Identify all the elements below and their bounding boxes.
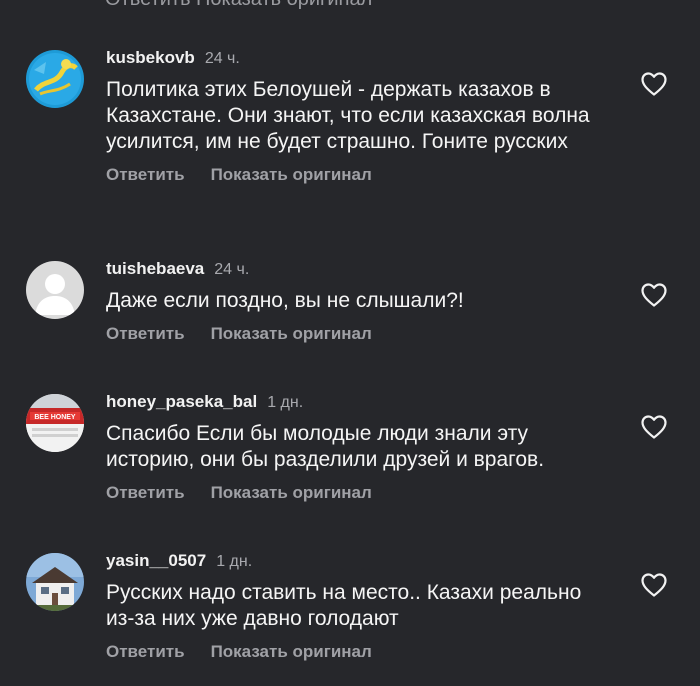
comment-text: Спасибо Если бы молодые люди знали эту и… xyxy=(106,422,545,471)
show-original-button[interactable]: Показать оригинал xyxy=(211,324,372,343)
heart-outline-icon[interactable] xyxy=(640,71,668,97)
username[interactable]: honey_paseka_bal xyxy=(106,392,257,411)
comment-actions: Ответить Показать оригинал xyxy=(106,640,606,664)
comment-actions: Ответить Показать оригинал xyxy=(106,481,606,505)
user-avatar[interactable] xyxy=(26,553,84,611)
comment-time: 1 дн. xyxy=(267,394,304,411)
comment-item: yasin__0507 1 дн. Русских надо ставить на… xyxy=(0,550,700,680)
comment-actions: Ответить Показать оригинал xyxy=(106,163,606,187)
comment-item: tuishebaeva 24 ч. Даже если поздно, вы не… xyxy=(0,258,700,358)
heart-outline-icon[interactable] xyxy=(640,572,668,598)
user-avatar[interactable] xyxy=(26,50,84,108)
user-avatar[interactable]: BEE HONEY xyxy=(26,394,84,452)
comment-text: Даже если поздно, вы не слышали?! xyxy=(106,289,464,312)
comment-item: kusbekovb 24 ч. Политика этих Белоушей - … xyxy=(0,47,700,227)
user-avatar[interactable] xyxy=(26,261,84,319)
reply-button[interactable]: Ответить xyxy=(106,483,185,502)
comment-body: honey_paseka_bal 1 дн. Спасибо Если бы мо… xyxy=(106,391,606,505)
comment-text: Русских надо ставить на место.. Казахи р… xyxy=(106,581,582,630)
reply-button[interactable]: Ответить xyxy=(106,165,185,184)
show-original-button[interactable]: Показать оригинал xyxy=(211,483,372,502)
heart-outline-icon[interactable] xyxy=(640,414,668,440)
comment-meta: tuishebaeva 24 ч. xyxy=(106,258,606,280)
comment-time: 24 ч. xyxy=(214,261,250,278)
comment-meta: honey_paseka_bal 1 дн. xyxy=(106,391,606,413)
comment-body: kusbekovb 24 ч. Политика этих Белоушей - … xyxy=(106,47,606,187)
username[interactable]: kusbekovb xyxy=(106,48,195,67)
house-avatar-image xyxy=(26,553,84,611)
reply-button[interactable]: Ответить xyxy=(106,642,185,661)
username[interactable]: yasin__0507 xyxy=(106,551,206,570)
show-original-button[interactable]: Показать оригинал xyxy=(211,642,372,661)
username[interactable]: tuishebaeva xyxy=(106,259,204,278)
comment-item: BEE HONEY honey_paseka_bal 1 дн. Спасибо … xyxy=(0,391,700,521)
svg-text:BEE HONEY: BEE HONEY xyxy=(34,414,76,421)
comment-actions: Ответить Показать оригинал xyxy=(106,322,606,346)
comment-text: Политика этих Белоушей - держать казахов… xyxy=(106,78,590,153)
flag-avatar-image xyxy=(26,50,84,108)
previous-comment-actions-partial: Ответить Показать оригинал xyxy=(105,0,372,11)
comment-body: tuishebaeva 24 ч. Даже если поздно, вы не… xyxy=(106,258,606,346)
show-original-button[interactable]: Показать оригинал xyxy=(211,165,372,184)
reply-button[interactable]: Ответить xyxy=(106,324,185,343)
default-avatar-image xyxy=(26,261,84,319)
comment-meta: kusbekovb 24 ч. xyxy=(106,47,606,69)
comment-time: 24 ч. xyxy=(204,50,240,67)
comment-body: yasin__0507 1 дн. Русских надо ставить на… xyxy=(106,550,606,664)
shop-sign-avatar-image: BEE HONEY xyxy=(26,394,84,452)
heart-outline-icon[interactable] xyxy=(640,282,668,308)
comment-time: 1 дн. xyxy=(216,553,253,570)
comment-meta: yasin__0507 1 дн. xyxy=(106,550,606,572)
